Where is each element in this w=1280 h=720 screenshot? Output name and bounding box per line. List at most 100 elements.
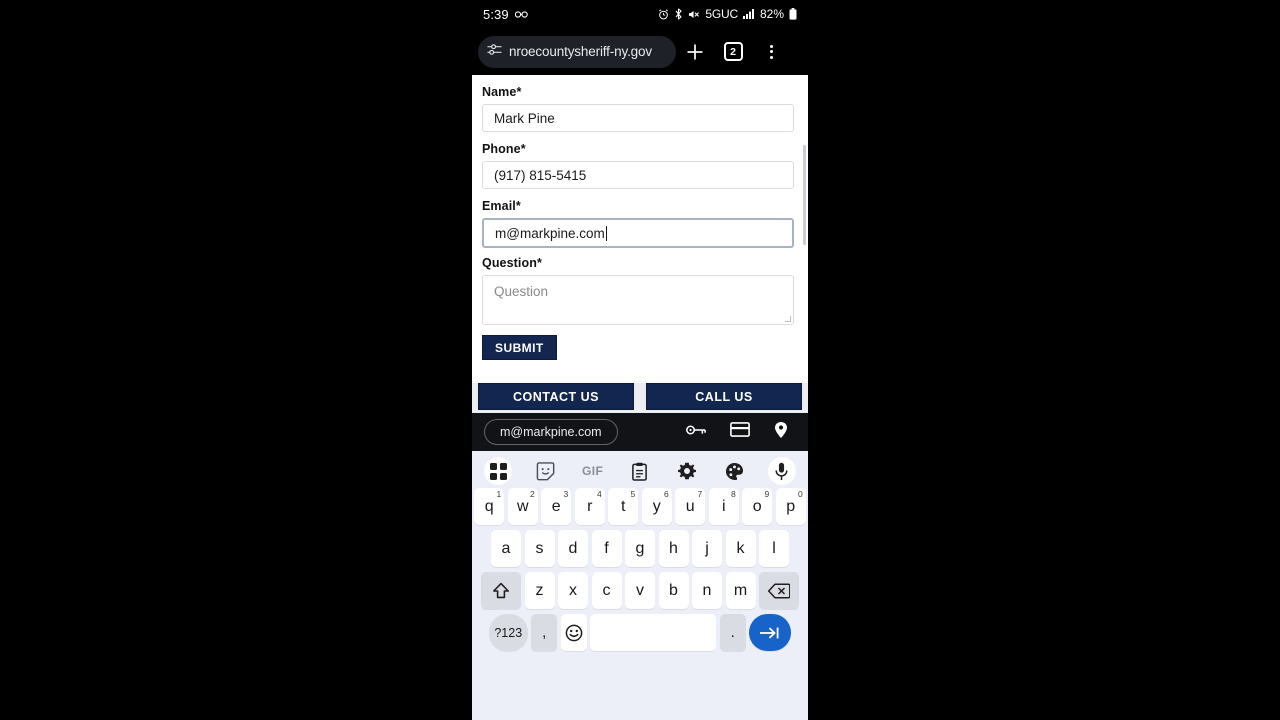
keyboard-row-3: z x c v b n m: [472, 572, 808, 609]
key-i[interactable]: i8: [708, 488, 739, 525]
settings-gear-icon[interactable]: [673, 457, 701, 485]
key-v[interactable]: v: [625, 572, 655, 609]
key-c[interactable]: c: [591, 572, 622, 609]
autofill-suggestion-chip[interactable]: m@markpine.com: [484, 419, 618, 445]
key-w[interactable]: w2: [507, 488, 538, 525]
tab-count-badge: 2: [723, 42, 743, 61]
key-u[interactable]: u7: [675, 488, 706, 525]
key-t[interactable]: t5: [608, 488, 639, 525]
symbols-key[interactable]: ?123: [488, 614, 528, 651]
sticker-icon[interactable]: [531, 457, 559, 485]
key-label: r: [587, 497, 593, 515]
key-icon[interactable]: [686, 423, 706, 442]
cta-bar: CONTACT US CALL US: [472, 383, 808, 413]
tab-switcher-button[interactable]: 2: [714, 33, 752, 71]
name-value: Mark Pine: [494, 110, 555, 126]
key-label: w: [516, 497, 529, 515]
key-label: q: [484, 497, 494, 515]
status-bar: 5:39 5GUC 82%: [472, 0, 808, 28]
enter-next-icon[interactable]: [749, 614, 792, 651]
key-e[interactable]: e3: [541, 488, 572, 525]
phone-value: (917) 815-5415: [494, 167, 587, 183]
key-k[interactable]: k: [725, 530, 756, 567]
keyboard-row-4: ?123 , .: [472, 614, 808, 651]
signal-bars-icon: [742, 9, 755, 19]
dnd-icon: [514, 10, 528, 19]
key-a[interactable]: a: [491, 530, 521, 567]
backspace-icon[interactable]: [759, 572, 799, 609]
space-key[interactable]: [590, 614, 717, 651]
key-number: 6: [664, 489, 669, 499]
key-j[interactable]: j: [692, 530, 722, 567]
location-pin-icon[interactable]: [774, 421, 788, 444]
key-o[interactable]: o9: [742, 488, 773, 525]
key-number: 0: [798, 489, 803, 499]
emoji-icon[interactable]: [560, 614, 587, 651]
status-time: 5:39: [483, 6, 509, 22]
call-us-button[interactable]: CALL US: [646, 383, 802, 410]
key-number: 3: [563, 489, 569, 499]
battery-percent: 82%: [759, 7, 784, 21]
comma-key[interactable]: ,: [531, 614, 558, 651]
key-label: t: [621, 497, 626, 515]
shift-icon[interactable]: [481, 572, 521, 609]
keyboard-toolbar: GIF: [472, 454, 808, 488]
new-tab-button[interactable]: [676, 33, 714, 71]
omnibox[interactable]: nroecountysheriff-ny.gov: [478, 35, 676, 68]
key-h[interactable]: h: [658, 530, 689, 567]
alarm-icon: [658, 8, 669, 20]
resize-grip-icon[interactable]: [785, 316, 791, 322]
submit-button[interactable]: SUBMIT: [482, 335, 557, 360]
grid-icon[interactable]: [484, 457, 512, 485]
key-number: 9: [764, 489, 770, 499]
name-label: Name*: [482, 85, 522, 99]
key-s[interactable]: s: [524, 530, 555, 567]
system-nav-bar: [472, 710, 808, 720]
home-icon[interactable]: [615, 716, 665, 720]
bluetooth-icon: [674, 8, 683, 20]
collapse-keyboard-icon[interactable]: [727, 716, 777, 720]
key-m[interactable]: m: [725, 572, 756, 609]
key-number: 5: [630, 489, 636, 499]
url-text: nroecountysheriff-ny.gov: [509, 44, 652, 59]
key-y[interactable]: y6: [641, 488, 672, 525]
key-label: u: [685, 497, 695, 515]
key-b[interactable]: b: [658, 572, 689, 609]
contact-us-button[interactable]: CONTACT US: [478, 383, 634, 410]
key-d[interactable]: d: [558, 530, 588, 567]
email-label: Email*: [482, 199, 521, 213]
key-number: 2: [530, 489, 535, 499]
email-input[interactable]: m@markpine.com: [482, 218, 794, 248]
key-f[interactable]: f: [591, 530, 622, 567]
keyboard-row-1: q1 w2 e3 r4 t5 y6 u7 i8 o9 p0: [472, 488, 808, 525]
key-l[interactable]: l: [759, 530, 789, 567]
key-z[interactable]: z: [524, 572, 555, 609]
theme-palette-icon[interactable]: [721, 457, 749, 485]
email-value: m@markpine.com: [495, 225, 605, 241]
text-caret: [605, 225, 607, 241]
gif-icon[interactable]: GIF: [579, 457, 607, 485]
key-n[interactable]: n: [692, 572, 722, 609]
clipboard-icon[interactable]: [626, 457, 654, 485]
key-r[interactable]: r4: [574, 488, 605, 525]
key-g[interactable]: g: [625, 530, 655, 567]
credit-card-icon[interactable]: [730, 422, 750, 442]
key-number: 7: [697, 489, 703, 499]
phone-input[interactable]: (917) 815-5415: [482, 161, 794, 189]
phone-label: Phone*: [482, 142, 526, 156]
question-placeholder: Question: [494, 284, 549, 299]
recents-icon[interactable]: [503, 716, 553, 720]
key-x[interactable]: x: [558, 572, 588, 609]
key-p[interactable]: p0: [775, 488, 806, 525]
period-key[interactable]: .: [719, 614, 746, 651]
overflow-menu-icon[interactable]: [752, 33, 790, 71]
virtual-keyboard: GIF q1 w2 e3 r4 t5 y6 u7 i8 o9 p 0 a s d…: [472, 451, 808, 710]
question-textarea[interactable]: Question: [482, 275, 794, 325]
page-scrollbar[interactable]: [803, 145, 806, 245]
phone-screen: 5:39 5GUC 82% nroecountysheriff-ny.gov 2…: [472, 0, 808, 720]
name-input[interactable]: Mark Pine: [482, 104, 794, 132]
microphone-icon[interactable]: [767, 457, 796, 485]
key-q[interactable]: q1: [474, 488, 505, 525]
page-info-icon[interactable]: [487, 42, 502, 62]
key-label: o: [752, 497, 762, 515]
